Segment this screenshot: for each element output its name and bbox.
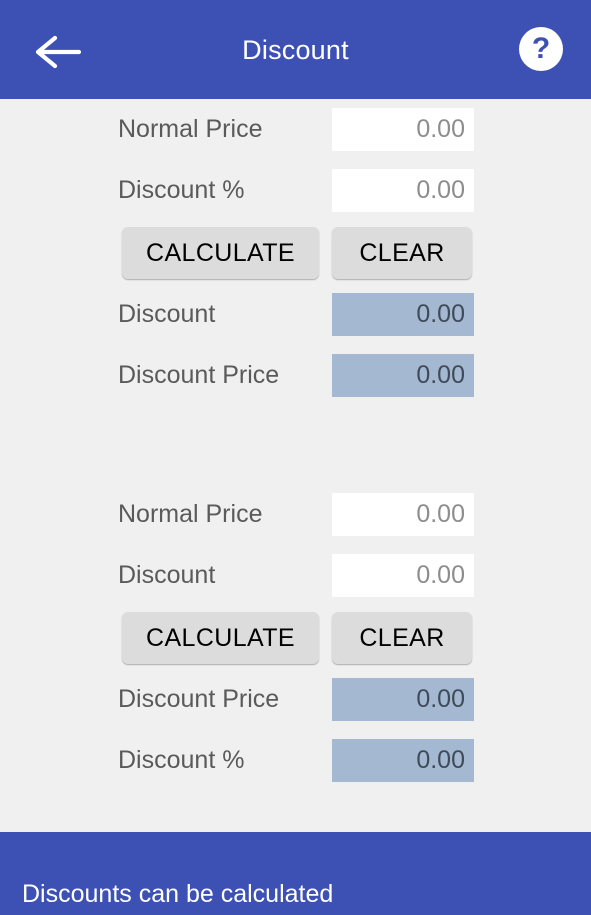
- calculate-button[interactable]: CALCULATE: [122, 227, 319, 279]
- field-label: Discount Price: [118, 685, 280, 713]
- calculate-button[interactable]: CALCULATE: [122, 612, 319, 664]
- bottom-banner-text: Discounts can be calculated: [22, 880, 334, 908]
- field-row: Discount % 0.00: [0, 160, 591, 221]
- bottom-info-banner: Discounts can be calculated: [0, 832, 591, 915]
- field-label: Discount Price: [118, 361, 280, 389]
- discount-amount-input[interactable]: 0.00: [332, 554, 474, 597]
- field-row: Normal Price 0.00: [0, 99, 591, 160]
- page-title: Discount: [242, 35, 349, 65]
- field-label: Discount %: [118, 176, 245, 204]
- button-row: CALCULATE CLEAR: [0, 606, 591, 669]
- help-button[interactable]: ?: [519, 27, 563, 71]
- button-row: CALCULATE CLEAR: [0, 221, 591, 284]
- section-discount-by-amount: Normal Price 0.00 Discount 0.00 CALCULAT…: [0, 484, 591, 791]
- discount-calculator-screen: Discount ? Normal Price 0.00 Discount % …: [0, 0, 591, 915]
- discount-price-result: 0.00: [332, 678, 474, 721]
- arrow-left-icon: [35, 35, 81, 69]
- clear-button[interactable]: CLEAR: [332, 227, 472, 279]
- field-row: Discount Price 0.00: [0, 345, 591, 406]
- field-label: Discount %: [118, 746, 245, 774]
- normal-price-input[interactable]: 0.00: [332, 108, 474, 151]
- field-label: Discount: [118, 300, 216, 328]
- field-row: Normal Price 0.00: [0, 484, 591, 545]
- field-label: Discount: [118, 561, 216, 589]
- discount-percent-input[interactable]: 0.00: [332, 169, 474, 212]
- discount-percent-result: 0.00: [332, 739, 474, 782]
- content-scroll-area[interactable]: Normal Price 0.00 Discount % 0.00 CALCUL…: [0, 99, 591, 915]
- field-label: Normal Price: [118, 115, 263, 143]
- section-discount-by-percent: Normal Price 0.00 Discount % 0.00 CALCUL…: [0, 99, 591, 406]
- field-row: Discount 0.00: [0, 284, 591, 345]
- field-row: Discount 0.00: [0, 545, 591, 606]
- field-row: Discount Price 0.00: [0, 669, 591, 730]
- back-button[interactable]: [30, 28, 86, 76]
- help-question-icon: ?: [531, 31, 551, 65]
- field-label: Normal Price: [118, 500, 263, 528]
- discount-price-result: 0.00: [332, 354, 474, 397]
- field-row: Discount % 0.00: [0, 730, 591, 791]
- normal-price-input[interactable]: 0.00: [332, 493, 474, 536]
- clear-button[interactable]: CLEAR: [332, 612, 472, 664]
- app-bar: Discount ?: [0, 0, 591, 99]
- discount-result: 0.00: [332, 293, 474, 336]
